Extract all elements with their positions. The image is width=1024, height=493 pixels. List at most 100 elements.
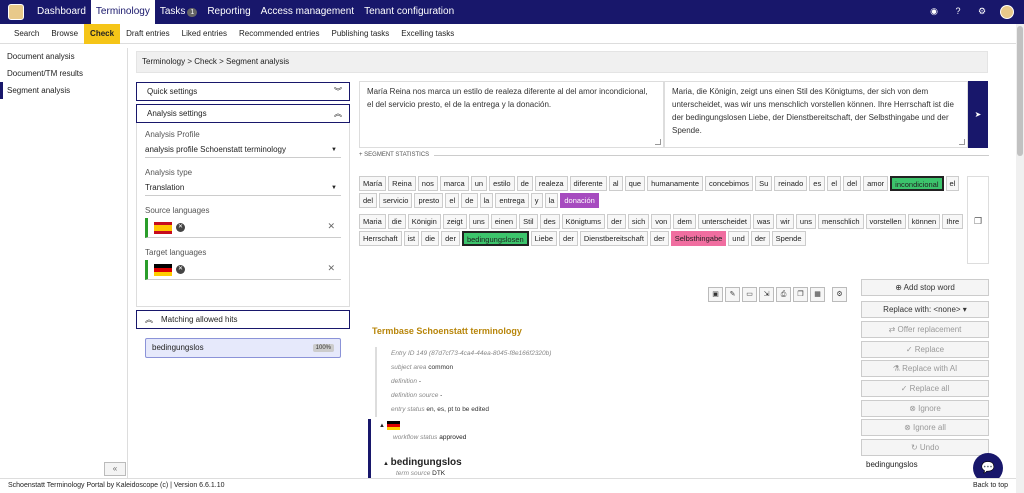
token[interactable]: y (530, 193, 543, 208)
token[interactable]: del (359, 193, 378, 208)
token[interactable]: es (809, 176, 826, 191)
token[interactable]: die (387, 214, 406, 229)
token[interactable]: Königtums (561, 214, 606, 229)
token[interactable]: wir (776, 214, 794, 229)
subnav-liked-entries[interactable]: Liked entries (176, 24, 233, 44)
token[interactable]: Su (755, 176, 773, 191)
ignore-all-button[interactable]: ⊗ Ignore all (861, 419, 989, 436)
subnav-draft-entries[interactable]: Draft entries (120, 24, 176, 44)
token[interactable]: und (728, 231, 749, 246)
help-icon[interactable]: ? (952, 5, 964, 17)
token[interactable]: concebimos (705, 176, 754, 191)
term-search-field[interactable]: bedingungslos (861, 457, 986, 473)
nav-tenant-configuration[interactable]: Tenant configuration (359, 0, 459, 24)
token[interactable]: menschlich (818, 214, 864, 229)
sidebar-item-document-analysis[interactable]: Document analysis (0, 48, 127, 65)
analysis-profile-select[interactable]: analysis profile Schoenstatt terminology… (145, 142, 341, 158)
subnav-recommended-entries[interactable]: Recommended entries (233, 24, 325, 44)
subnav-browse[interactable]: Browse (45, 24, 84, 44)
scrollbar-thumb[interactable] (1017, 26, 1023, 156)
token[interactable]: el (827, 176, 842, 191)
source-languages-field[interactable]: ✕ ✕ (145, 218, 341, 238)
analyze-button[interactable]: ➤ (968, 81, 988, 148)
token[interactable]: incondicional (890, 176, 944, 191)
edit-icon[interactable]: ✎ (725, 287, 740, 302)
token[interactable]: nos (417, 176, 438, 191)
token[interactable]: el (445, 193, 460, 208)
token[interactable]: vorstellen (865, 214, 906, 229)
token[interactable]: der (750, 231, 770, 246)
token[interactable]: estilo (489, 176, 515, 191)
clear-field-icon[interactable]: ✕ (327, 221, 335, 232)
token[interactable]: Ihre (942, 214, 964, 229)
quick-settings-panel[interactable]: Quick settings ︾ (136, 82, 350, 101)
token[interactable]: dem (673, 214, 696, 229)
nav-reporting[interactable]: Reporting (202, 0, 255, 24)
token[interactable]: un (470, 176, 488, 191)
add-stop-word-button[interactable]: ⊕ Add stop word (861, 279, 989, 296)
token[interactable]: der (607, 214, 626, 229)
resize-handle[interactable] (655, 139, 661, 145)
analysis-type-select[interactable]: Translation ▼ (145, 180, 341, 196)
token[interactable]: reinado (774, 176, 808, 191)
copy-icon[interactable]: ❐ (967, 176, 989, 264)
token[interactable]: presto (414, 193, 444, 208)
chat-icon[interactable]: ▭ (742, 287, 757, 302)
token[interactable]: der (441, 231, 460, 246)
matching-hit-item[interactable]: bedingungslos 100% (145, 338, 341, 358)
nav-access-management[interactable]: Access management (256, 0, 359, 24)
subnav-check[interactable]: Check (84, 23, 121, 44)
clear-field-icon[interactable]: ✕ (327, 263, 335, 274)
token[interactable]: Reina (388, 176, 416, 191)
token[interactable]: marca (439, 176, 469, 191)
token[interactable]: donación (560, 193, 599, 208)
copy-icon[interactable]: ❐ (793, 287, 808, 302)
token[interactable]: la (479, 193, 494, 208)
user-avatar[interactable] (1000, 5, 1014, 19)
export-icon[interactable]: ⇲ (759, 287, 774, 302)
token[interactable]: entrega (495, 193, 529, 208)
subnav-search[interactable]: Search (8, 24, 45, 44)
target-languages-field[interactable]: ✕ ✕ (145, 260, 341, 280)
remove-language-icon[interactable]: ✕ (176, 223, 185, 232)
token[interactable]: die (421, 231, 440, 246)
token[interactable]: diferente (569, 176, 607, 191)
back-to-top-link[interactable]: Back to top (973, 479, 1008, 493)
segment-statistics-toggle[interactable]: + SEGMENT STATISTICS (359, 150, 989, 160)
eye-icon[interactable]: ◉ (928, 5, 940, 17)
nav-tasks[interactable]: Tasks 1 (155, 0, 202, 24)
ignore-button[interactable]: ⊗ Ignore (861, 400, 989, 417)
token[interactable]: Herrschaft (359, 231, 402, 246)
replace-with-dropdown[interactable]: Replace with: <none> ▾ (861, 301, 989, 318)
resize-handle[interactable] (959, 139, 965, 145)
offer-replacement-button[interactable]: ⇄ Offer replacement (861, 321, 989, 338)
source-text-area[interactable]: María Reina nos marca un estilo de reale… (359, 81, 664, 148)
token[interactable]: humanamente (647, 176, 704, 191)
token[interactable]: Stil (519, 214, 538, 229)
token[interactable]: al (608, 176, 623, 191)
token[interactable]: was (752, 214, 775, 229)
app-logo[interactable] (8, 4, 24, 20)
token[interactable]: que (624, 176, 646, 191)
token[interactable]: können (907, 214, 941, 229)
token[interactable]: sich (627, 214, 650, 229)
expand-caret-icon[interactable]: ▲ (379, 421, 858, 430)
settings-icon[interactable]: ⚙ (976, 5, 988, 17)
token[interactable]: des (539, 214, 560, 229)
collapse-sidebar-button[interactable]: « (104, 462, 126, 476)
sidebar-item-document-tm-results[interactable]: Document/TM results (0, 65, 127, 82)
token[interactable]: von (651, 214, 672, 229)
replace-with-ai-button[interactable]: ⚗ Replace with AI (861, 360, 989, 377)
token[interactable]: unterscheidet (697, 214, 751, 229)
token[interactable]: einen (490, 214, 518, 229)
sidebar-item-segment-analysis[interactable]: Segment analysis (0, 82, 127, 99)
comment-icon[interactable]: ▣ (708, 287, 723, 302)
image-icon[interactable]: ▦ (810, 287, 825, 302)
token[interactable]: Dienstbereitschaft (579, 231, 648, 246)
token[interactable]: der (649, 231, 669, 246)
token[interactable]: ist (403, 231, 420, 246)
token[interactable]: Liebe (530, 231, 558, 246)
token[interactable]: servicio (379, 193, 413, 208)
token[interactable]: Maria (359, 214, 386, 229)
token[interactable]: Selbsthingabe (670, 231, 727, 246)
